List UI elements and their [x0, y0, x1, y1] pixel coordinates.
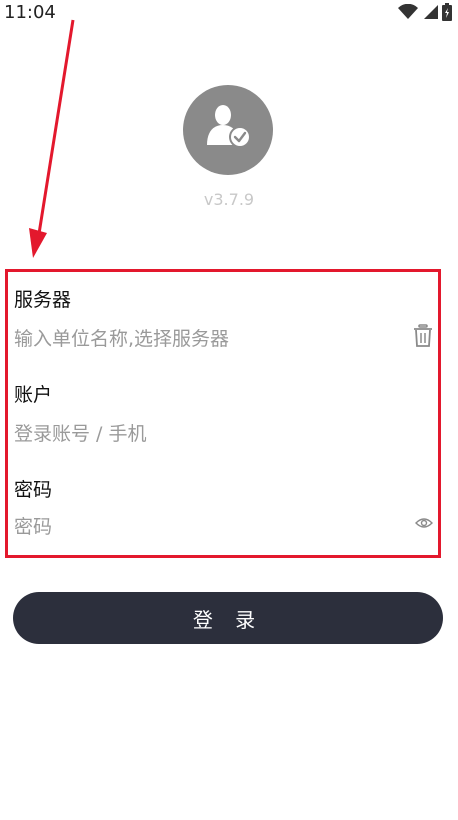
- server-input[interactable]: 输入单位名称,选择服务器: [14, 324, 229, 351]
- status-time: 11:04: [4, 2, 56, 23]
- battery-icon: [442, 3, 452, 21]
- trash-icon[interactable]: [413, 324, 433, 348]
- account-label: 账户: [14, 384, 53, 406]
- user-verified-icon: [207, 105, 251, 148]
- wifi-icon: [398, 4, 418, 19]
- annotation-highlight-box: [5, 269, 441, 558]
- signal-icon: [424, 5, 438, 19]
- server-label: 服务器: [14, 289, 72, 311]
- status-icons: [398, 3, 452, 21]
- login-button[interactable]: 登 录: [13, 592, 443, 644]
- eye-icon[interactable]: [415, 517, 433, 529]
- password-input[interactable]: 密码: [14, 512, 52, 539]
- password-label: 密码: [14, 479, 53, 501]
- app-version: v3.7.9: [203, 190, 255, 209]
- account-input[interactable]: 登录账号 / 手机: [14, 419, 146, 446]
- status-bar: 11:04: [0, 0, 458, 26]
- avatar: [183, 85, 273, 175]
